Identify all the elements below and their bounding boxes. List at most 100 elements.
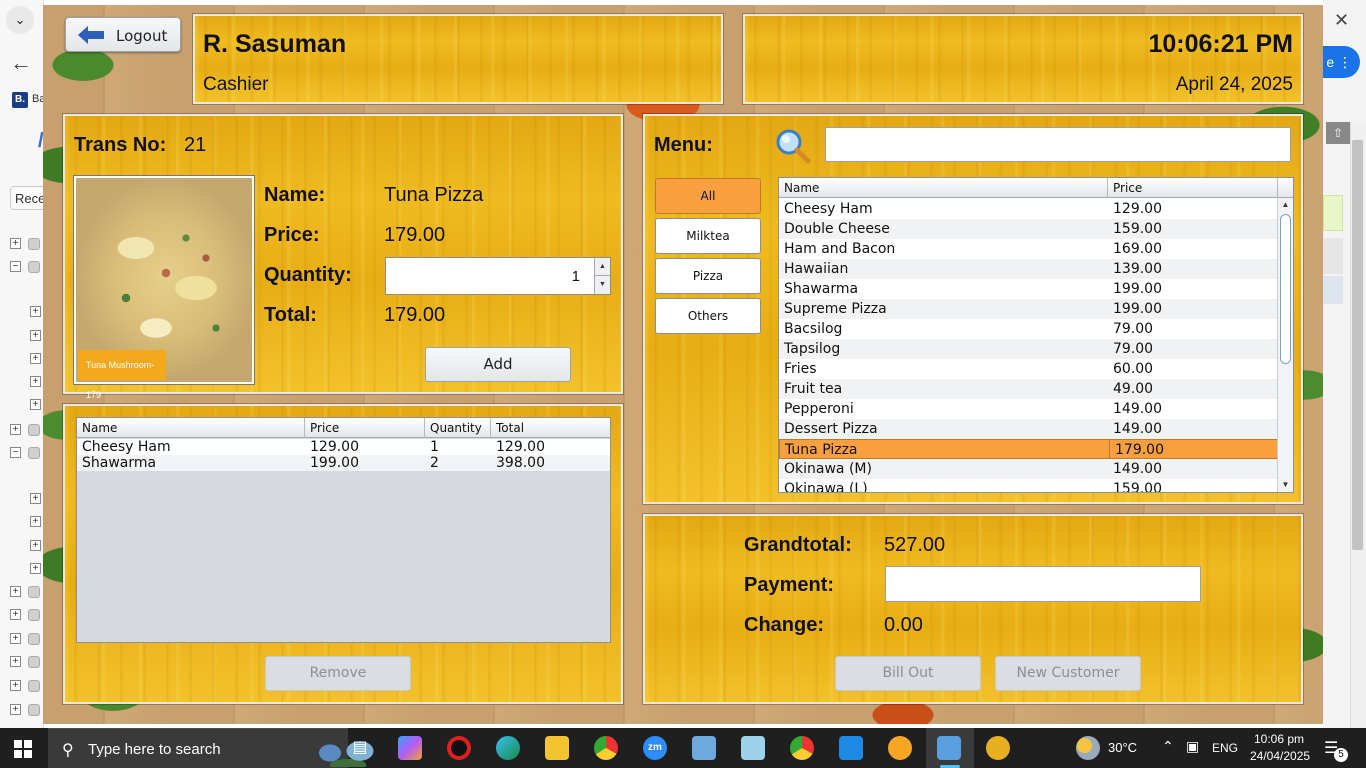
- menu-scroll-thumb[interactable]: [1280, 214, 1291, 364]
- table-row[interactable]: Bacsilog 79.00: [779, 319, 1278, 339]
- bill-out-button[interactable]: Bill Out: [835, 656, 981, 691]
- table-row[interactable]: Cheesy Ham 129.00 1 129.00: [77, 439, 610, 455]
- chrome-icon[interactable]: [594, 736, 618, 760]
- tree-node[interactable]: +: [30, 376, 44, 388]
- category-all-button[interactable]: All: [655, 178, 761, 214]
- logout-button[interactable]: Logout: [65, 17, 181, 52]
- tree-node[interactable]: +: [10, 656, 40, 668]
- game-icon[interactable]: [986, 736, 1010, 760]
- scroll-top-icon[interactable]: ⇧: [1326, 122, 1350, 144]
- search-icon[interactable]: [773, 126, 813, 166]
- table-row[interactable]: Tuna Pizza 179.00: [779, 439, 1278, 460]
- tree-node[interactable]: +: [10, 238, 40, 250]
- table-row[interactable]: Hawaiian 139.00: [779, 259, 1278, 279]
- category-pizza-button[interactable]: Pizza: [655, 258, 761, 294]
- price-label: Price:: [264, 224, 320, 246]
- table-row[interactable]: Shawarma 199.00: [779, 279, 1278, 299]
- notepad-icon[interactable]: [741, 736, 765, 760]
- opera-icon[interactable]: [447, 736, 471, 760]
- tree-node[interactable]: +: [10, 680, 40, 692]
- browser-profile-pill[interactable]: e ⋮: [1322, 46, 1360, 78]
- tree-node[interactable]: +: [30, 399, 44, 411]
- task-view-icon[interactable]: ▤: [348, 736, 372, 760]
- tree-node[interactable]: +: [10, 424, 40, 436]
- table-row[interactable]: Pepperoni 149.00: [779, 399, 1278, 419]
- tree-node[interactable]: +: [10, 633, 40, 645]
- tree-node[interactable]: +: [10, 609, 40, 621]
- table-row[interactable]: Okinawa (M) 149.00: [779, 459, 1278, 479]
- quantity-stepper[interactable]: 1 ▲ ▼: [385, 257, 611, 295]
- language-indicator[interactable]: ENG: [1212, 741, 1238, 755]
- scroll-up-icon[interactable]: ▲: [1278, 198, 1293, 212]
- java-app-icon[interactable]: [937, 736, 961, 760]
- order-table[interactable]: Name Price Quantity Total Cheesy Ham 129…: [76, 417, 611, 643]
- menu-col-name[interactable]: Name: [779, 178, 1108, 198]
- payment-label: Payment:: [744, 574, 835, 596]
- copilot-icon[interactable]: [398, 736, 422, 760]
- new-customer-button[interactable]: New Customer: [995, 656, 1141, 691]
- network-icon[interactable]: ▣: [1186, 738, 1199, 755]
- category-milktea-button[interactable]: Milktea: [655, 218, 761, 254]
- windows-start-icon[interactable]: [14, 740, 32, 758]
- table-row[interactable]: Fruit tea 49.00: [779, 379, 1278, 399]
- browser-scroll-thumb[interactable]: [1352, 140, 1363, 550]
- order-col-total[interactable]: Total: [491, 418, 610, 438]
- spin-up-icon[interactable]: ▲: [595, 258, 610, 276]
- table-row[interactable]: Okinawa (L) 159.00: [779, 479, 1278, 492]
- chevron-up-icon[interactable]: ⌃: [1162, 738, 1174, 755]
- tree-node[interactable]: +: [30, 516, 44, 528]
- menu-item-name: Fruit tea: [784, 381, 843, 397]
- weather-icon[interactable]: [1076, 736, 1100, 760]
- table-row[interactable]: Ham and Bacon 169.00: [779, 239, 1278, 259]
- taskbar-clock-date[interactable]: 24/04/2025: [1250, 749, 1310, 763]
- menu-scrollbar[interactable]: ▲ ▼: [1277, 198, 1293, 492]
- taskbar-clock-time[interactable]: 10:06 pm: [1254, 732, 1304, 746]
- vpn-icon[interactable]: [888, 736, 912, 760]
- spin-down-icon[interactable]: ▼: [595, 276, 610, 294]
- scroll-down-icon[interactable]: ▼: [1278, 478, 1293, 492]
- add-button[interactable]: Add: [425, 347, 571, 382]
- tree-node[interactable]: +: [30, 353, 44, 365]
- table-row[interactable]: Dessert Pizza 149.00: [779, 419, 1278, 439]
- category-others-button[interactable]: Others: [655, 298, 761, 334]
- tree-node[interactable]: +: [30, 563, 44, 575]
- table-row[interactable]: Double Cheese 159.00: [779, 219, 1278, 239]
- menu-col-price[interactable]: Price: [1108, 178, 1278, 198]
- quantity-value[interactable]: 1: [572, 268, 580, 285]
- quantity-spinner[interactable]: ▲ ▼: [594, 258, 610, 294]
- vscode-icon[interactable]: [839, 736, 863, 760]
- tree-node[interactable]: −: [10, 447, 40, 459]
- back-arrow-icon[interactable]: ←: [10, 50, 32, 76]
- order-col-quantity[interactable]: Quantity: [425, 418, 491, 438]
- tree-node[interactable]: +: [30, 493, 44, 505]
- taskbar-search[interactable]: ⚲ Type here to search: [48, 728, 386, 768]
- order-col-name[interactable]: Name: [77, 418, 305, 438]
- menu-table[interactable]: Name Price Cheesy Ham 129.00 Double Cheese…: [778, 177, 1294, 493]
- table-row[interactable]: Supreme Pizza 199.00: [779, 299, 1278, 319]
- table-row[interactable]: Fries 60.00: [779, 359, 1278, 379]
- change-label: Change:: [744, 614, 824, 636]
- chevron-down-icon[interactable]: ⌄: [6, 6, 34, 34]
- table-row[interactable]: Shawarma 199.00 2 398.00: [77, 455, 610, 471]
- table-row[interactable]: Cheesy Ham 129.00: [779, 199, 1278, 219]
- menu-item-price: 199.00: [1113, 301, 1162, 317]
- chrome-profile-icon[interactable]: [790, 736, 814, 760]
- order-col-price[interactable]: Price: [305, 418, 425, 438]
- edge-icon[interactable]: [496, 736, 520, 760]
- monitor-icon[interactable]: [692, 736, 716, 760]
- tree-node[interactable]: +: [30, 540, 44, 552]
- payment-input[interactable]: [885, 566, 1201, 602]
- table-row[interactable]: Tapsilog 79.00: [779, 339, 1278, 359]
- tree-node[interactable]: +: [30, 306, 44, 318]
- close-icon[interactable]: ✕: [1334, 10, 1349, 31]
- zoom-icon[interactable]: zm: [643, 736, 667, 760]
- favorite-icon[interactable]: B.: [12, 92, 28, 108]
- file-explorer-icon[interactable]: [545, 736, 569, 760]
- tree-node[interactable]: −: [10, 261, 40, 273]
- remove-button[interactable]: Remove: [265, 656, 411, 691]
- tree-node[interactable]: +: [30, 330, 44, 342]
- tree-node[interactable]: +: [10, 704, 40, 716]
- menu-search-input[interactable]: [825, 127, 1291, 162]
- weather-temperature[interactable]: 30°C: [1108, 740, 1137, 755]
- tree-node[interactable]: +: [10, 586, 40, 598]
